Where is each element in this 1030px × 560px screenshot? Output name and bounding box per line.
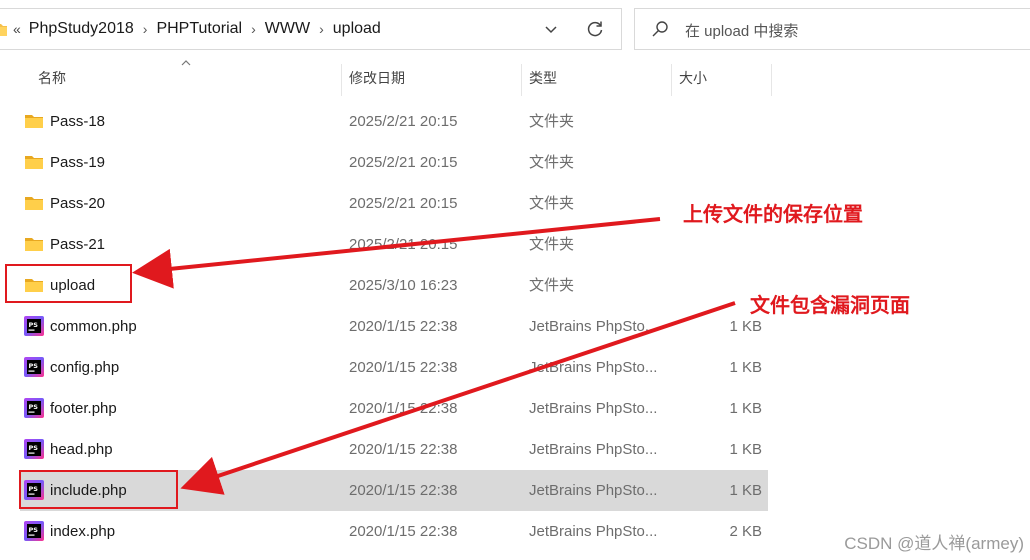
file-size: 2 KB <box>729 523 762 540</box>
column-divider[interactable] <box>771 64 772 96</box>
file-size: 1 KB <box>729 359 762 376</box>
column-date[interactable]: 修改日期 <box>349 58 405 98</box>
file-size: 1 KB <box>729 400 762 417</box>
column-divider[interactable] <box>671 64 672 96</box>
file-row[interactable]: Pass-18 2025/2/21 20:15 文件夹 <box>20 101 768 142</box>
phpstorm-file-icon: PS <box>24 316 44 336</box>
file-name[interactable]: footer.php <box>50 388 117 429</box>
breadcrumb-item[interactable]: WWW <box>265 20 310 38</box>
phpstorm-file-icon: PS <box>24 357 44 377</box>
file-row[interactable]: PS common.php 2020/1/15 22:38 JetBrains Php… <box>20 306 768 347</box>
phpstorm-file-icon: PS <box>24 398 44 418</box>
svg-text:PS: PS <box>29 526 39 534</box>
file-name[interactable]: Pass-18 <box>50 101 105 142</box>
file-type: 文件夹 <box>529 113 575 130</box>
breadcrumb-item[interactable]: PhpStudy2018 <box>29 20 134 38</box>
search-placeholder: 在 upload 中搜索 <box>685 23 799 40</box>
file-date: 2020/1/15 22:38 <box>349 523 458 540</box>
file-row[interactable]: Pass-21 2025/2/21 20:15 文件夹 <box>20 224 768 265</box>
file-type: 文件夹 <box>529 236 575 253</box>
file-type: JetBrains PhpSto... <box>529 400 658 417</box>
file-type: JetBrains PhpSto... <box>529 441 658 458</box>
sort-ascending-icon <box>181 60 191 66</box>
folder-icon <box>0 24 7 36</box>
file-row[interactable]: PS footer.php 2020/1/15 22:38 JetBrains Php… <box>20 388 768 429</box>
file-name[interactable]: common.php <box>50 306 137 347</box>
file-row[interactable]: PS config.php 2020/1/15 22:38 JetBrains Php… <box>20 347 768 388</box>
file-date: 2025/2/21 20:15 <box>349 154 458 171</box>
file-name[interactable]: Pass-20 <box>50 183 105 224</box>
chevron-right-icon[interactable]: › <box>319 21 324 37</box>
address-bar[interactable]: « PhpStudy2018 › PHPTutorial › WWW › upl… <box>0 8 622 50</box>
breadcrumb-item[interactable]: PHPTutorial <box>156 20 242 38</box>
column-header: 名称 修改日期 类型 大小 <box>0 58 1030 98</box>
svg-text:PS: PS <box>29 321 39 329</box>
breadcrumb: « PhpStudy2018 › PHPTutorial › WWW › upl… <box>13 9 381 49</box>
file-type: JetBrains PhpSto... <box>529 359 658 376</box>
include-note: 文件包含漏洞页面 <box>750 293 910 317</box>
file-date: 2025/2/21 20:15 <box>349 236 458 253</box>
file-type: JetBrains PhpSto... <box>529 523 658 540</box>
search-icon <box>652 21 668 37</box>
file-name[interactable]: head.php <box>50 429 113 470</box>
file-type: JetBrains PhpSto... <box>529 318 658 335</box>
file-row[interactable]: Pass-19 2025/2/21 20:15 文件夹 <box>20 142 768 183</box>
file-name[interactable]: Pass-19 <box>50 142 105 183</box>
folder-icon <box>24 194 44 212</box>
upload-highlight-box <box>5 264 132 303</box>
file-row[interactable]: upload 2025/3/10 16:23 文件夹 <box>20 265 768 306</box>
svg-text:PS: PS <box>29 444 39 452</box>
folder-icon <box>24 235 44 253</box>
file-date: 2020/1/15 22:38 <box>349 441 458 458</box>
file-date: 2020/1/15 22:38 <box>349 359 458 376</box>
file-type: 文件夹 <box>529 277 575 294</box>
upload-note: 上传文件的保存位置 <box>683 202 863 226</box>
file-date: 2020/1/15 22:38 <box>349 400 458 417</box>
phpstorm-file-icon: PS <box>24 521 44 541</box>
file-name[interactable]: Pass-21 <box>50 224 105 265</box>
include-highlight-box <box>19 470 178 509</box>
svg-text:PS: PS <box>29 403 39 411</box>
file-row[interactable]: PS head.php 2020/1/15 22:38 JetBrains PhpSt… <box>20 429 768 470</box>
file-name[interactable]: index.php <box>50 511 115 552</box>
search-box[interactable]: 在 upload 中搜索 <box>634 8 1030 50</box>
column-divider[interactable] <box>341 64 342 96</box>
refresh-icon[interactable] <box>585 19 605 39</box>
file-date: 2025/2/21 20:15 <box>349 113 458 130</box>
breadcrumb-overflow[interactable]: « <box>13 21 21 37</box>
column-divider[interactable] <box>521 64 522 96</box>
file-type: 文件夹 <box>529 154 575 171</box>
file-name[interactable]: config.php <box>50 347 119 388</box>
column-type[interactable]: 类型 <box>529 58 557 98</box>
column-size[interactable]: 大小 <box>679 58 707 98</box>
svg-text:PS: PS <box>29 362 39 370</box>
file-size: 1 KB <box>729 482 762 499</box>
folder-icon <box>24 112 44 130</box>
folder-icon <box>24 153 44 171</box>
chevron-down-icon[interactable] <box>543 21 559 37</box>
column-name[interactable]: 名称 <box>38 58 66 98</box>
file-row[interactable]: PS index.php 2020/1/15 22:38 JetBrains PhpS… <box>20 511 768 552</box>
file-size: 1 KB <box>729 441 762 458</box>
file-date: 2020/1/15 22:38 <box>349 318 458 335</box>
watermark: CSDN @道人禅(armey) <box>844 534 1024 553</box>
file-date: 2025/3/10 16:23 <box>349 277 458 294</box>
file-type: JetBrains PhpSto... <box>529 482 658 499</box>
file-row[interactable]: Pass-20 2025/2/21 20:15 文件夹 <box>20 183 768 224</box>
phpstorm-file-icon: PS <box>24 439 44 459</box>
chevron-right-icon[interactable]: › <box>143 21 148 37</box>
file-type: 文件夹 <box>529 195 575 212</box>
breadcrumb-item[interactable]: upload <box>333 20 381 38</box>
chevron-right-icon[interactable]: › <box>251 21 256 37</box>
file-date: 2020/1/15 22:38 <box>349 482 458 499</box>
file-date: 2025/2/21 20:15 <box>349 195 458 212</box>
